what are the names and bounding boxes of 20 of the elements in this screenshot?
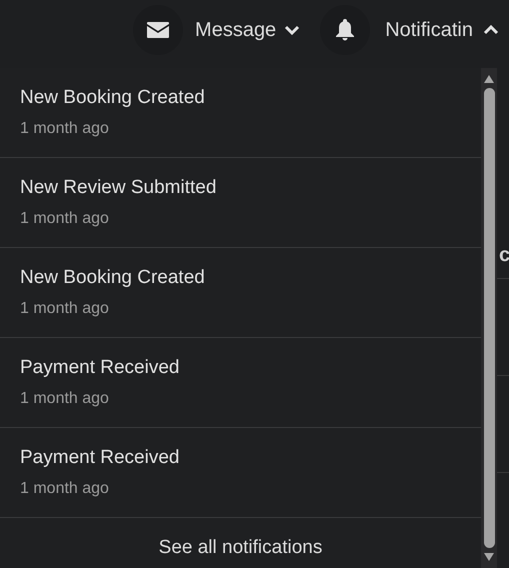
message-dropdown[interactable]: Message (195, 15, 300, 45)
scroll-up-icon[interactable] (483, 74, 495, 84)
notification-title: New Booking Created (20, 86, 206, 108)
notification-time: 1 month ago (20, 298, 110, 318)
notification-time: 1 month ago (20, 208, 110, 228)
notification-title: Payment Received (20, 356, 180, 378)
scroll-down-icon[interactable] (483, 552, 495, 562)
notification-time: 1 month ago (20, 118, 110, 138)
chevron-down-icon (284, 25, 300, 35)
scrollbar[interactable] (481, 68, 497, 568)
notifications-dropdown[interactable]: Notificatin (385, 15, 499, 45)
notification-time: 1 month ago (20, 478, 110, 498)
notification-time: 1 month ago (20, 388, 110, 408)
chevron-up-icon (483, 25, 499, 35)
notification-title: Payment Received (20, 446, 180, 468)
mail-icon (147, 22, 170, 38)
see-all-link[interactable]: See all notifications (158, 534, 322, 562)
bell-icon (336, 19, 354, 41)
notification-title: New Booking Created (20, 266, 206, 288)
notification-title: New Review Submitted (20, 176, 218, 198)
